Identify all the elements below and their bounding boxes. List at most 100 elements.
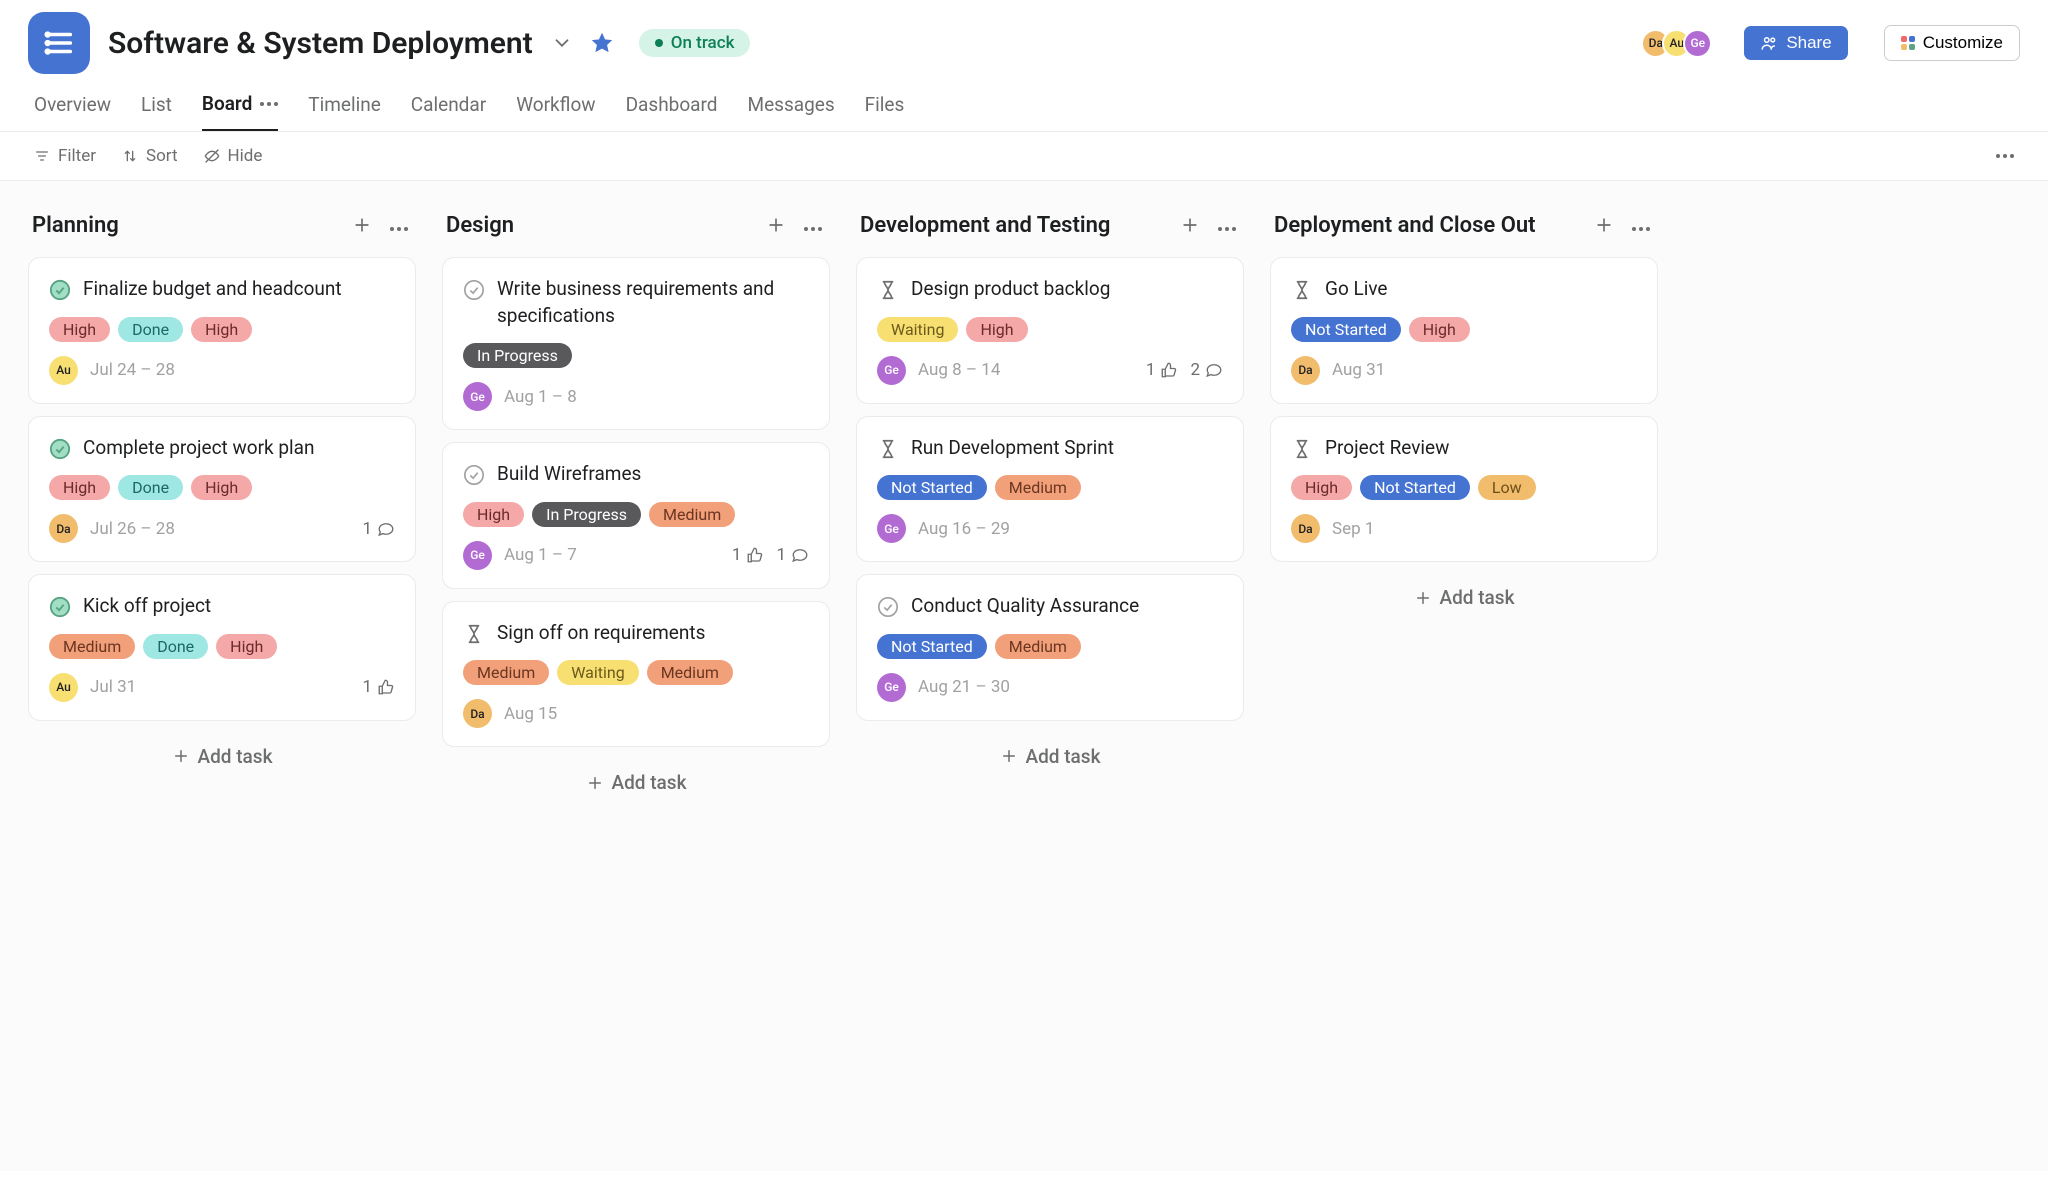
circle-icon[interactable] [463, 279, 485, 301]
column-title[interactable]: Design [446, 213, 752, 238]
task-card[interactable]: Complete project work planHighDoneHighDa… [28, 416, 416, 563]
assignee-avatar[interactable]: Ge [877, 673, 906, 702]
hourglass-icon[interactable] [1291, 438, 1313, 460]
column-title[interactable]: Deployment and Close Out [1274, 213, 1580, 238]
status-badge[interactable]: On track [639, 29, 751, 57]
chevron-down-icon[interactable] [551, 32, 573, 54]
like-count[interactable]: 1 [362, 677, 395, 697]
tag[interactable]: Waiting [877, 317, 958, 342]
tab-dashboard[interactable]: Dashboard [626, 92, 718, 131]
sort-button[interactable]: Sort [122, 146, 178, 166]
tag[interactable]: High [191, 317, 252, 342]
tag[interactable]: High [1291, 475, 1352, 500]
tab-workflow[interactable]: Workflow [516, 92, 595, 131]
tag[interactable]: Done [118, 317, 183, 342]
hourglass-icon[interactable] [877, 279, 899, 301]
assignee-avatar[interactable]: Da [49, 514, 78, 543]
tab-board[interactable]: Board [202, 92, 278, 131]
task-card[interactable]: Kick off projectMediumDoneHighAuJul 311 [28, 574, 416, 721]
tag[interactable]: High [966, 317, 1027, 342]
tag[interactable]: High [49, 475, 110, 500]
complete-icon[interactable] [49, 279, 71, 301]
like-count[interactable]: 1 [732, 545, 765, 565]
column-more-button[interactable] [1628, 212, 1654, 239]
tab-files[interactable]: Files [865, 92, 905, 131]
assignee-avatar[interactable]: Ge [877, 514, 906, 543]
circle-icon[interactable] [463, 464, 485, 486]
assignee-avatar[interactable]: Au [49, 673, 78, 702]
member-avatars[interactable]: DaAuGe [1649, 29, 1712, 58]
hourglass-icon[interactable] [1291, 279, 1313, 301]
column-more-button[interactable] [1214, 212, 1240, 239]
tag[interactable]: Not Started [877, 634, 987, 659]
add-card-button[interactable] [348, 211, 376, 239]
tab-messages[interactable]: Messages [747, 92, 834, 131]
filter-button[interactable]: Filter [34, 146, 96, 166]
project-icon[interactable] [28, 12, 90, 74]
add-card-button[interactable] [762, 211, 790, 239]
task-card[interactable]: Project ReviewHighNot StartedLowDaSep 1 [1270, 416, 1658, 563]
comment-count[interactable]: 1 [362, 519, 395, 539]
hourglass-icon[interactable] [463, 623, 485, 645]
add-task-button[interactable]: Add task [442, 759, 830, 806]
tab-overview[interactable]: Overview [34, 92, 111, 131]
column-more-button[interactable] [800, 212, 826, 239]
tag[interactable]: Done [118, 475, 183, 500]
add-card-button[interactable] [1590, 211, 1618, 239]
project-title[interactable]: Software & System Deployment [108, 26, 533, 61]
add-task-button[interactable]: Add task [1270, 574, 1658, 621]
assignee-avatar[interactable]: Da [1291, 514, 1320, 543]
tag[interactable]: Low [1478, 475, 1536, 500]
tag[interactable]: Done [143, 634, 208, 659]
hourglass-icon[interactable] [877, 438, 899, 460]
assignee-avatar[interactable]: Ge [877, 356, 906, 385]
circle-icon[interactable] [877, 596, 899, 618]
column-more-button[interactable] [386, 212, 412, 239]
assignee-avatar[interactable]: Ge [463, 382, 492, 411]
complete-icon[interactable] [49, 596, 71, 618]
tag[interactable]: Medium [649, 502, 735, 527]
assignee-avatar[interactable]: Au [49, 356, 78, 385]
tag[interactable]: Medium [995, 634, 1081, 659]
tag[interactable]: Medium [463, 660, 549, 685]
task-card[interactable]: Build WireframesHighIn ProgressMediumGeA… [442, 442, 830, 589]
task-card[interactable]: Finalize budget and headcountHighDoneHig… [28, 257, 416, 404]
add-task-button[interactable]: Add task [28, 733, 416, 780]
share-button[interactable]: Share [1744, 26, 1847, 60]
assignee-avatar[interactable]: Da [463, 699, 492, 728]
column-title[interactable]: Planning [32, 213, 338, 238]
tag[interactable]: Not Started [1291, 317, 1401, 342]
comment-count[interactable]: 2 [1190, 360, 1223, 380]
add-task-button[interactable]: Add task [856, 733, 1244, 780]
tab-calendar[interactable]: Calendar [411, 92, 486, 131]
add-card-button[interactable] [1176, 211, 1204, 239]
tag[interactable]: Medium [647, 660, 733, 685]
hide-button[interactable]: Hide [204, 146, 263, 166]
tag[interactable]: High [49, 317, 110, 342]
assignee-avatar[interactable]: Ge [463, 541, 492, 570]
tag[interactable]: High [191, 475, 252, 500]
tag[interactable]: Not Started [1360, 475, 1470, 500]
complete-icon[interactable] [49, 438, 71, 460]
task-card[interactable]: Go LiveNot StartedHighDaAug 31 [1270, 257, 1658, 404]
comment-count[interactable]: 1 [776, 545, 809, 565]
tag[interactable]: Not Started [877, 475, 987, 500]
tab-list[interactable]: List [141, 92, 172, 131]
column-title[interactable]: Development and Testing [860, 213, 1166, 238]
task-card[interactable]: Run Development SprintNot StartedMediumG… [856, 416, 1244, 563]
avatar[interactable]: Ge [1683, 29, 1712, 58]
tag[interactable]: In Progress [463, 343, 572, 368]
toolbar-more-button[interactable] [1996, 154, 2014, 158]
star-icon[interactable] [591, 32, 613, 54]
tag[interactable]: Medium [49, 634, 135, 659]
task-card[interactable]: Conduct Quality AssuranceNot StartedMedi… [856, 574, 1244, 721]
customize-button[interactable]: Customize [1884, 25, 2020, 61]
tab-timeline[interactable]: Timeline [308, 92, 381, 131]
tag[interactable]: High [463, 502, 524, 527]
assignee-avatar[interactable]: Da [1291, 356, 1320, 385]
more-icon[interactable] [260, 102, 278, 106]
tag[interactable]: High [1409, 317, 1470, 342]
task-card[interactable]: Sign off on requirementsMediumWaitingMed… [442, 601, 830, 748]
task-card[interactable]: Write business requirements and specific… [442, 257, 830, 430]
tag[interactable]: Waiting [557, 660, 638, 685]
